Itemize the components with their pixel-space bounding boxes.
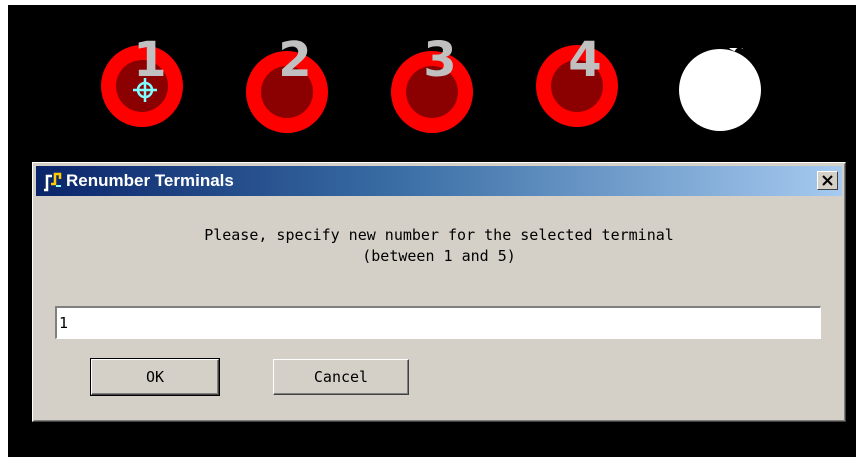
dialog-message: Please, specify new number for the selec… <box>33 225 845 267</box>
pad-3[interactable]: 3 <box>390 36 474 134</box>
pad-5[interactable] <box>678 48 762 132</box>
pad-number: 1 <box>133 32 167 88</box>
message-line-1: Please, specify new number for the selec… <box>204 226 674 244</box>
close-button[interactable] <box>817 171 838 190</box>
pad-1[interactable]: 1 <box>100 36 184 128</box>
pad-number: 2 <box>278 32 312 88</box>
pad-icon <box>679 48 761 131</box>
terminal-number-input[interactable] <box>55 306 821 339</box>
pad-4[interactable]: 4 <box>535 36 619 128</box>
pad-number: 3 <box>423 32 457 88</box>
pad-number: 4 <box>568 32 602 88</box>
message-line-2: (between 1 and 5) <box>362 247 516 265</box>
ok-button[interactable]: OK <box>90 358 220 396</box>
dialog-title: Renumber Terminals <box>66 171 234 190</box>
dialog-titlebar[interactable]: Renumber Terminals <box>36 166 842 196</box>
close-icon <box>822 175 833 186</box>
cancel-button[interactable]: Cancel <box>273 359 409 395</box>
pad-2[interactable]: 2 <box>245 36 329 134</box>
renumber-terminals-dialog: Renumber Terminals Please, specify new n… <box>32 162 846 422</box>
app-logo-icon <box>44 172 62 192</box>
